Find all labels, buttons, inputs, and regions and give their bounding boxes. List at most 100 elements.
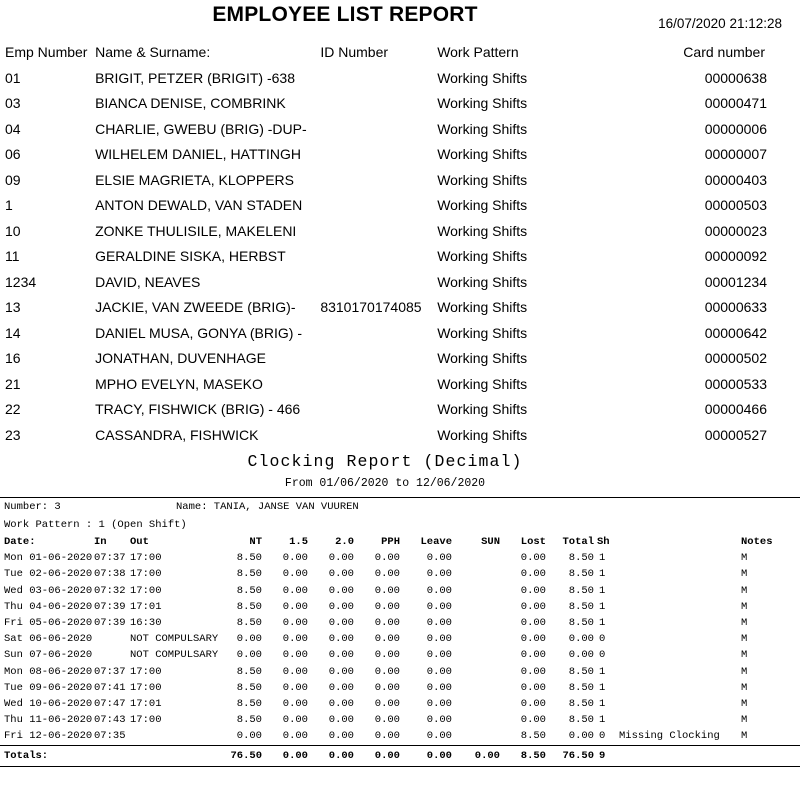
totals-sh: 9 — [599, 749, 606, 762]
cell-total: 8.50 — [568, 714, 594, 727]
cell-ot20: 0.00 — [328, 584, 354, 597]
cell-sun — [452, 631, 500, 647]
cell-pph: 0.00 — [374, 698, 400, 711]
cell-nt: 8.50 — [236, 714, 262, 727]
clocking-row: Thu 04-06-2020 07:39 17:01 8.50 0.00 0.00 0.00… — [0, 599, 800, 615]
cell-leave: 0.00 — [426, 600, 452, 613]
cell-card-number: 00000466 — [704, 401, 767, 417]
cell-lost: 0.00 — [520, 649, 546, 662]
cell-emp-number: 1 — [5, 197, 13, 213]
cell-notes: M — [741, 568, 748, 581]
column-header-id-number: ID Number — [320, 44, 389, 60]
totals-table: Totals: 76.50 0.00 0.00 0.00 0.00 0.00 8… — [0, 748, 800, 764]
cell-name: MPHO EVELYN, MASEKO — [95, 375, 263, 392]
cell-lost: 0.00 — [520, 568, 546, 581]
clocking-report: Clocking Report (Decimal) From 01/06/202… — [0, 452, 800, 767]
totals-label: Totals: — [4, 749, 49, 762]
cell-ot15: 0.00 — [282, 584, 308, 597]
cell-notes: M — [741, 552, 748, 565]
cell-card-number: 00000533 — [704, 375, 767, 392]
cell-sun — [452, 680, 500, 696]
cell-total: 8.50 — [568, 698, 594, 711]
clocking-row: Fri 12-06-2020 07:35 0.00 0.00 0.00 0.00 0.00 8… — [0, 728, 800, 744]
cell-total: 8.50 — [568, 617, 594, 630]
totals-remark — [621, 748, 729, 764]
table-row: 22 TRACY, FISHWICK (BRIG) - 466 Working Sh… — [0, 397, 800, 423]
cell-ot15: 0.00 — [282, 665, 308, 678]
cell-in: 07:38 — [94, 568, 126, 581]
cell-sh: 0 — [599, 649, 606, 662]
cell-out: NOT COMPULSARY — [130, 649, 219, 662]
cell-remark: Missing Clocking — [619, 730, 720, 743]
totals-row: Totals: 76.50 0.00 0.00 0.00 0.00 0.00 8… — [0, 748, 800, 764]
cell-out: 17:01 — [130, 698, 162, 711]
column-header-nt: NT — [249, 536, 262, 548]
cell-emp-number: 13 — [5, 299, 21, 315]
cell-name: CASSANDRA, FISHWICK — [95, 426, 259, 443]
cell-id-number — [320, 270, 437, 296]
column-header-total: Total — [562, 536, 594, 548]
cell-total: 0.00 — [568, 633, 594, 646]
cell-leave: 0.00 — [426, 649, 452, 662]
page-title: EMPLOYEE LIST REPORT — [212, 3, 478, 26]
cell-name: GERALDINE SISKA, HERBST — [95, 248, 286, 264]
cell-pph: 0.00 — [374, 584, 400, 597]
table-row: 14 DANIEL MUSA, GONYA (BRIG) - Working Shi… — [0, 321, 800, 347]
cell-remark — [619, 599, 727, 615]
cell-leave: 0.00 — [426, 584, 452, 597]
cell-in: 07:37 — [94, 665, 126, 678]
cell-work-pattern: Working Shifts — [437, 171, 528, 188]
cell-pph: 0.00 — [374, 568, 400, 581]
cell-in — [94, 647, 130, 663]
cell-in: 07:39 — [94, 600, 126, 613]
cell-name: TRACY, FISHWICK (BRIG) - 466 — [95, 401, 301, 417]
cell-remark — [619, 647, 727, 663]
column-header-name: Name & Surname: — [95, 44, 211, 60]
cell-ot15: 0.00 — [282, 633, 308, 646]
cell-lost: 0.00 — [520, 681, 546, 694]
cell-ot15: 0.00 — [282, 714, 308, 727]
cell-work-pattern: Working Shifts — [437, 426, 528, 443]
totals-leave: 0.00 — [426, 749, 452, 762]
cell-id-number — [320, 321, 437, 347]
column-header-lost: Lost — [520, 536, 546, 548]
cell-card-number: 00000023 — [704, 222, 767, 239]
cell-work-pattern: Working Shifts — [437, 248, 528, 264]
cell-sh: 1 — [599, 600, 606, 613]
cell-emp-number: 01 — [5, 69, 21, 86]
cell-card-number: 00001234 — [704, 273, 767, 290]
cell-in: 07:39 — [94, 617, 126, 630]
cell-date: Tue 09-06-2020 — [4, 681, 93, 694]
clocking-row: Tue 02-06-2020 07:38 17:00 8.50 0.00 0.00 0.00… — [0, 566, 800, 582]
cell-lost: 0.00 — [520, 665, 546, 678]
cell-sh: 1 — [599, 665, 606, 678]
table-row: 01 BRIGIT, PETZER (BRIGIT) -638 Working Sh… — [0, 66, 800, 92]
cell-emp-number: 23 — [5, 426, 21, 443]
cell-notes: M — [741, 714, 748, 727]
totals-out — [130, 748, 214, 764]
cell-notes: M — [741, 698, 748, 711]
clocking-row: Sun 07-06-2020 NOT COMPULSARY 0.00 0.00 0.00… — [0, 647, 800, 663]
cell-nt: 8.50 — [236, 681, 262, 694]
cell-sun — [452, 696, 500, 712]
cell-lost: 0.00 — [520, 714, 546, 727]
cell-out: 17:00 — [130, 714, 162, 727]
cell-total: 8.50 — [568, 552, 594, 565]
cell-out: 16:30 — [130, 617, 162, 630]
cell-work-pattern: Working Shifts — [437, 222, 528, 239]
cell-ot20: 0.00 — [328, 617, 354, 630]
cell-in: 07:37 — [94, 552, 126, 565]
cell-name: DANIEL MUSA, GONYA (BRIG) - — [95, 324, 302, 341]
cell-sh: 1 — [599, 698, 606, 711]
column-header-sh: Sh — [597, 536, 610, 548]
employee-number-label: Number: 3 — [4, 501, 61, 513]
cell-emp-number: 21 — [5, 375, 21, 392]
cell-ot20: 0.00 — [328, 698, 354, 711]
cell-remark — [619, 664, 727, 680]
cell-pph: 0.00 — [374, 730, 400, 743]
cell-date: Thu 11-06-2020 — [4, 714, 93, 727]
cell-date: Sun 07-06-2020 — [4, 649, 93, 662]
cell-nt: 8.50 — [236, 617, 262, 630]
cell-sun — [452, 583, 500, 599]
cell-leave: 0.00 — [426, 617, 452, 630]
